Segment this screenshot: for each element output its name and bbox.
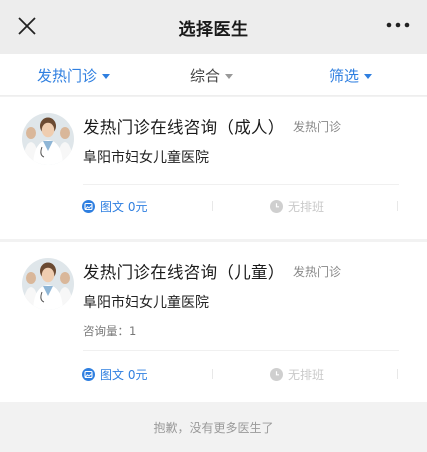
no-more-text: 抱歉，没有更多医生了: [153, 421, 274, 435]
doctor-card[interactable]: 发热门诊在线咨询（儿童） 发热门诊 阜阳市妇女儿童医院 咨询量：1 图文 0元 …: [0, 242, 427, 402]
doctor-name: 发热门诊在线咨询（成人）: [83, 118, 285, 137]
clock-icon: [270, 200, 283, 213]
separator: [212, 369, 213, 379]
image-text-icon: [82, 200, 95, 213]
consult-count: 咨询量：1: [83, 324, 137, 338]
filter-sort[interactable]: 综合: [190, 54, 234, 96]
doctor-name: 发热门诊在线咨询（儿童）: [83, 263, 285, 282]
separator: [397, 201, 398, 211]
clock-icon: [270, 368, 283, 381]
service-text-consult[interactable]: 图文 0元: [82, 198, 147, 215]
filter-bar: 发热门诊 综合 筛选: [0, 54, 427, 96]
divider: [83, 350, 399, 351]
service-schedule: 无排班: [270, 198, 324, 215]
filter-sort-label: 综合: [190, 66, 221, 85]
doctor-avatar: [22, 258, 74, 310]
close-icon[interactable]: [16, 15, 38, 37]
more-icon[interactable]: [385, 20, 411, 30]
no-more-footer: 抱歉，没有更多医生了: [0, 403, 427, 452]
hospital-name: 阜阳市妇女儿童医院: [83, 295, 209, 311]
service-text-consult[interactable]: 图文 0元: [82, 366, 147, 383]
doctor-card[interactable]: 发热门诊在线咨询（成人） 发热门诊 阜阳市妇女儿童医院 图文 0元 无排班: [0, 97, 427, 239]
hospital-name: 阜阳市妇女儿童医院: [83, 150, 209, 166]
chevron-down-icon: [225, 73, 234, 79]
separator: [212, 201, 213, 211]
filter-screen-label: 筛选: [329, 66, 360, 85]
image-text-icon: [82, 368, 95, 381]
chevron-down-icon: [364, 73, 373, 79]
service-text-label: 图文 0元: [100, 200, 148, 214]
doctor-avatar: [22, 113, 74, 165]
divider: [83, 184, 399, 185]
filter-department-label: 发热门诊: [37, 66, 98, 85]
page-title: 选择医生: [178, 19, 249, 40]
doctor-department: 发热门诊: [293, 120, 342, 134]
service-schedule-label: 无排班: [288, 200, 325, 214]
service-schedule: 无排班: [270, 366, 324, 383]
service-text-label: 图文 0元: [100, 368, 148, 382]
doctor-department: 发热门诊: [293, 265, 342, 279]
separator: [397, 369, 398, 379]
filter-department[interactable]: 发热门诊: [37, 54, 111, 96]
filter-screen[interactable]: 筛选: [329, 54, 373, 96]
chevron-down-icon: [102, 73, 111, 79]
service-schedule-label: 无排班: [288, 368, 325, 382]
top-bar: 选择医生: [0, 0, 427, 54]
